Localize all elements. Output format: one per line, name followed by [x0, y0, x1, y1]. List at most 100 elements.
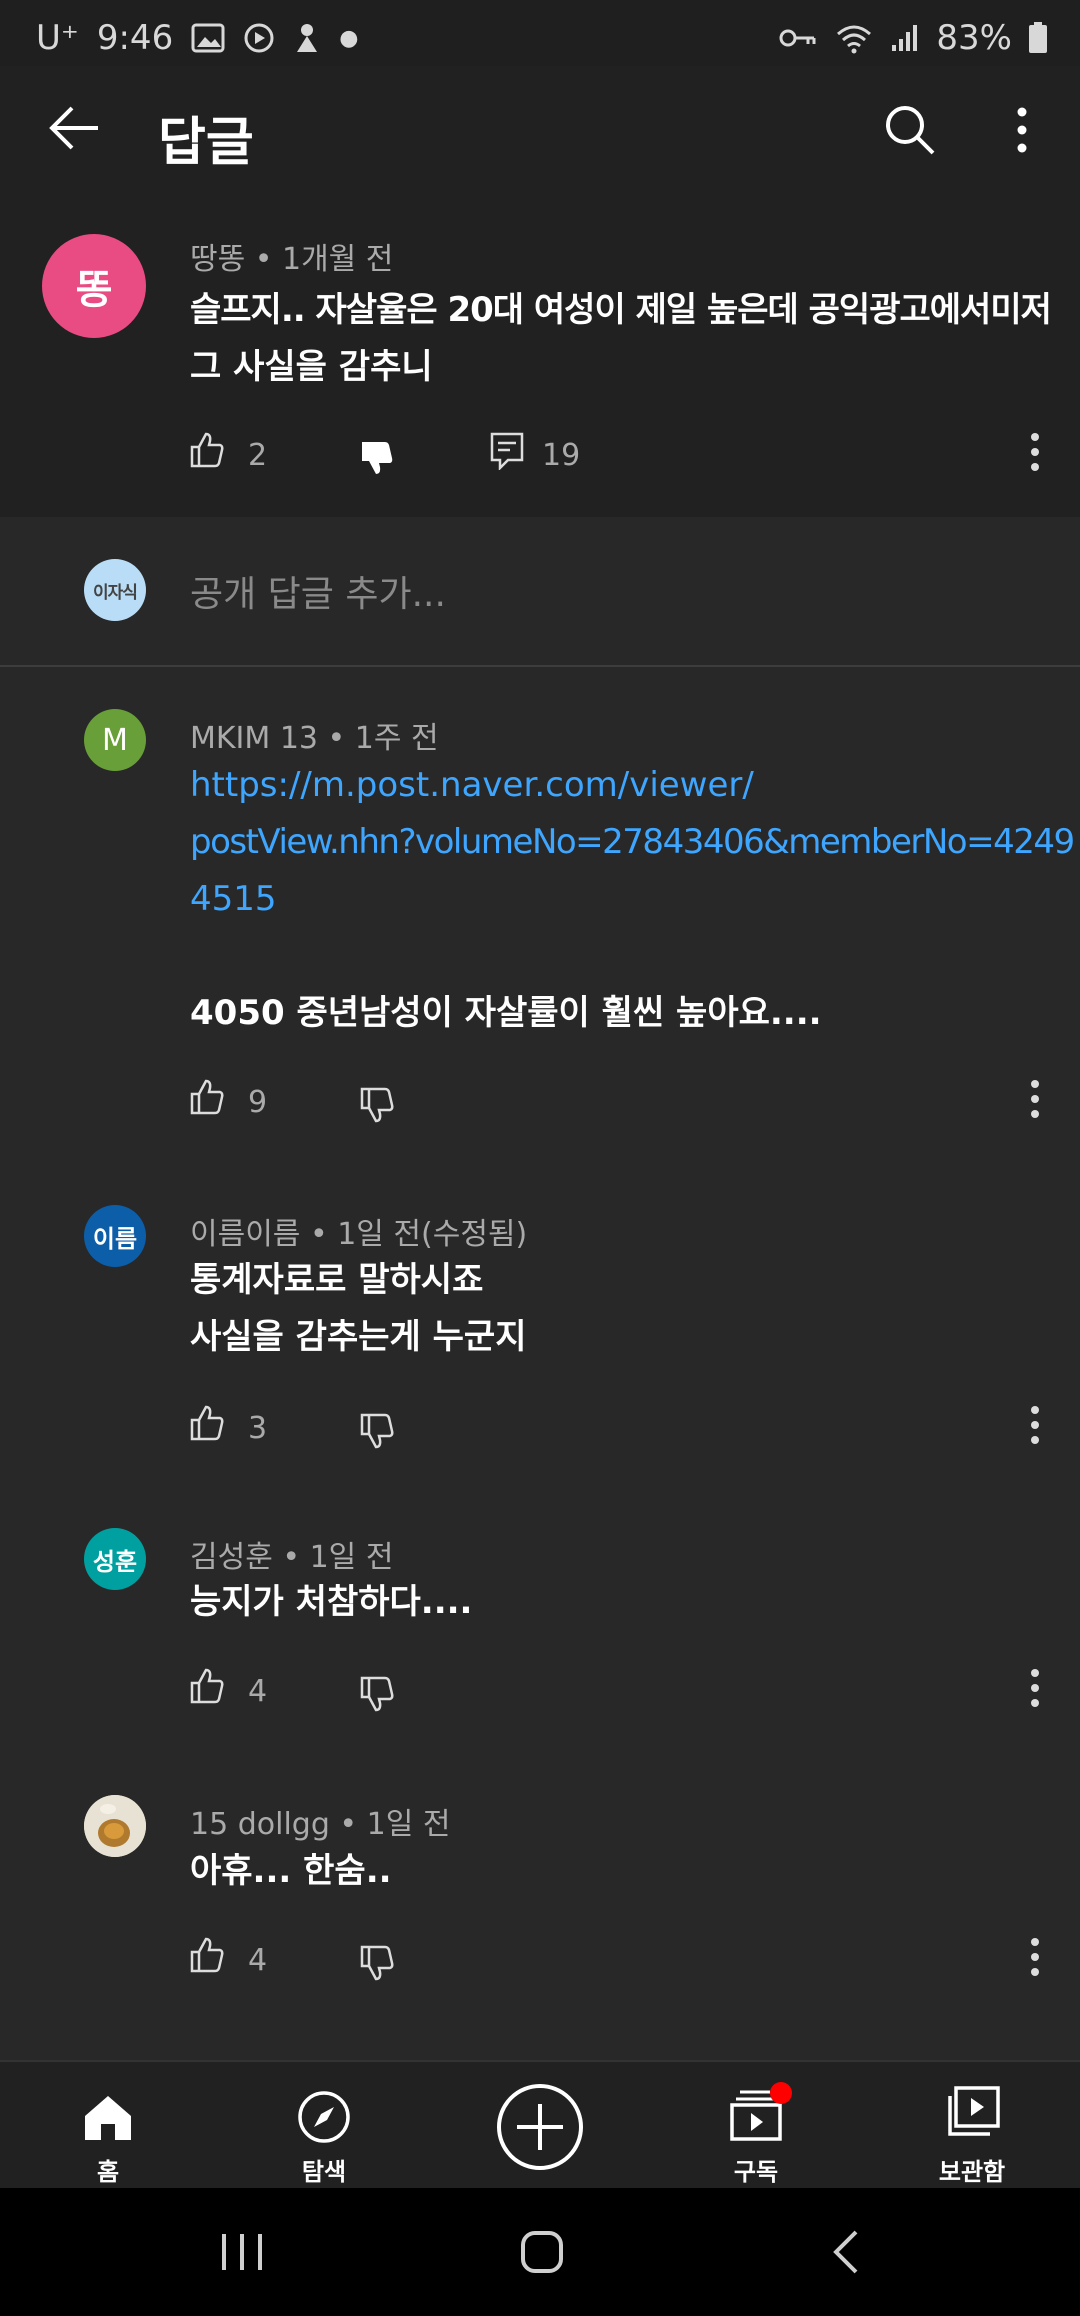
signal-icon [892, 25, 918, 51]
avatar[interactable] [84, 1795, 146, 1857]
comment-meta: 이름이름 • 1일 전(수정됨) [190, 1209, 527, 1253]
comment-more-icon[interactable] [1028, 1405, 1042, 1445]
search-icon[interactable] [884, 104, 936, 156]
app-bar: 답글 [0, 66, 1080, 192]
like-count: 4 [248, 1943, 268, 1978]
comment-time: 1일 전(수정됨) [337, 1217, 528, 1252]
dislike-filled-icon[interactable] [360, 440, 394, 476]
vpn-key-icon [779, 29, 816, 47]
separator-dot: • [254, 242, 282, 277]
separator-dot: • [339, 1807, 367, 1842]
avatar-label: M [102, 722, 128, 758]
url-line[interactable]: 4515 [190, 871, 1050, 928]
like-count: 9 [248, 1085, 268, 1120]
clock: 9:46 [96, 18, 174, 58]
add-reply-row[interactable]: 이자식 공개 답글 추가... [0, 517, 1080, 667]
url-link[interactable]: https://m.post.naver.com/viewer/ postVie… [190, 757, 1075, 928]
dislike-icon[interactable] [360, 1676, 394, 1712]
avatar[interactable]: 똥 [42, 234, 146, 338]
like-count: 2 [248, 438, 268, 473]
nav-create[interactable] [470, 2072, 610, 2184]
carrier-label: U⁺ [36, 18, 79, 58]
comment-meta: 김성훈 • 1일 전 [190, 1532, 393, 1576]
like-icon[interactable] [190, 1079, 224, 1115]
comment-actions: 9 [190, 1079, 1050, 1129]
nav-home-label: 홈 [96, 2158, 120, 2186]
like-icon[interactable] [190, 1405, 224, 1441]
nav-subscriptions[interactable]: 구독 [686, 2072, 826, 2186]
url-line[interactable]: postView.nhn?volumeNo=27843406&memberNo=… [190, 814, 1075, 871]
comment-time: 1주 전 [354, 721, 439, 756]
avatar[interactable]: 성훈 [84, 1528, 146, 1590]
compass-icon [298, 2091, 350, 2143]
comment-text: 통계자료로 말하시죠 사실을 감추는게 누군지 [190, 1252, 1050, 1366]
back-button-icon[interactable] [830, 2230, 860, 2274]
food-photo-icon [84, 1795, 146, 1857]
avatar[interactable]: M [84, 709, 146, 771]
comment-more-icon[interactable] [1028, 1079, 1042, 1119]
comment-actions: 3 [190, 1405, 1050, 1455]
battery-icon [1029, 22, 1047, 53]
comment-text: 슬프지.. 자살율은 20대 여성이 제일 높은데 공익광고에서미저 그 사실을… [190, 282, 1052, 396]
own-avatar-label: 이자식 [93, 582, 138, 603]
nav-home[interactable]: 홈 [38, 2072, 178, 2186]
back-arrow-icon[interactable] [48, 106, 100, 150]
comment-actions: 4 [190, 1937, 1050, 1987]
page-title: 답글 [158, 113, 254, 173]
home-icon [85, 2096, 131, 2140]
gallery-notification-icon [191, 23, 225, 53]
reply-item: 성훈 김성훈 • 1일 전 능지가 처참하다.... 4 [0, 1494, 1080, 1761]
status-bar: U⁺ 9:46 ● 83% [0, 0, 1080, 66]
dislike-icon[interactable] [360, 1087, 394, 1123]
author-name[interactable]: 땅똥 [190, 242, 245, 277]
author-name[interactable]: 이름이름 [190, 1217, 300, 1252]
like-count: 4 [248, 1674, 268, 1709]
comment-line: 능지가 처참하다.... [190, 1582, 473, 1622]
comment-more-icon[interactable] [1028, 432, 1042, 472]
author-name[interactable]: 15 dollgg [190, 1807, 330, 1842]
url-line[interactable]: https://m.post.naver.com/viewer/ [190, 757, 1050, 814]
recent-apps-icon[interactable] [220, 2232, 264, 2272]
home-button-icon[interactable] [520, 2230, 564, 2274]
comment-time: 1개월 전 [281, 242, 394, 277]
nav-library-label: 보관함 [938, 2158, 1006, 2186]
author-name[interactable]: 김성훈 [190, 1540, 273, 1575]
nav-explore[interactable]: 탐색 [254, 2072, 394, 2186]
like-icon[interactable] [190, 1668, 224, 1704]
reply-item: 이름 이름이름 • 1일 전(수정됨) 통계자료로 말하시죠 사실을 감추는게 … [0, 1169, 1080, 1494]
nav-explore-label: 탐색 [301, 2158, 347, 2186]
comment-more-icon[interactable] [1028, 1937, 1042, 1977]
separator-dot: • [309, 1217, 338, 1252]
reply-input[interactable]: 공개 답글 추가... [190, 565, 446, 617]
reply-count[interactable]: 19 [542, 438, 580, 473]
more-options-icon[interactable] [1012, 106, 1032, 154]
comment-text: 아휴... 한숨.. [190, 1843, 1050, 1900]
comment-line: 통계자료로 말하시죠 [190, 1260, 484, 1300]
wifi-icon [837, 25, 872, 54]
comment-more-icon[interactable] [1028, 1668, 1042, 1708]
comment-text: https://m.post.naver.com/viewer/ postVie… [190, 757, 1075, 1042]
comment-line: 사실을 감추는게 누군지 [190, 1317, 527, 1357]
media-notification-icon [244, 23, 274, 53]
avatar-label: 똥 [75, 267, 113, 313]
reply-icon[interactable] [490, 432, 524, 470]
comment-meta: 땅똥 • 1개월 전 [190, 234, 393, 278]
parent-comment: 똥 땅똥 • 1개월 전 슬프지.. 자살율은 20대 여성이 제일 높은데 공… [0, 192, 1080, 517]
comment-meta: MKIM 13 • 1주 전 [190, 713, 439, 757]
own-avatar: 이자식 [84, 559, 146, 621]
comment-actions: 4 [190, 1668, 1050, 1718]
like-icon[interactable] [190, 1937, 224, 1973]
dislike-icon[interactable] [360, 1413, 394, 1449]
dislike-icon[interactable] [360, 1945, 394, 1981]
avatar[interactable]: 이름 [84, 1205, 146, 1267]
app-notification-icon [297, 24, 318, 52]
like-icon[interactable] [190, 432, 224, 468]
reply-item: M MKIM 13 • 1주 전 https://m.post.naver.co… [0, 669, 1080, 1169]
author-name[interactable]: MKIM 13 [190, 721, 318, 756]
system-nav-bar [0, 2188, 1080, 2316]
separator-dot: • [327, 721, 355, 756]
nav-library[interactable]: 보관함 [902, 2072, 1042, 2186]
comment-actions: 2 19 [190, 432, 1050, 482]
library-icon [948, 2086, 1000, 2136]
